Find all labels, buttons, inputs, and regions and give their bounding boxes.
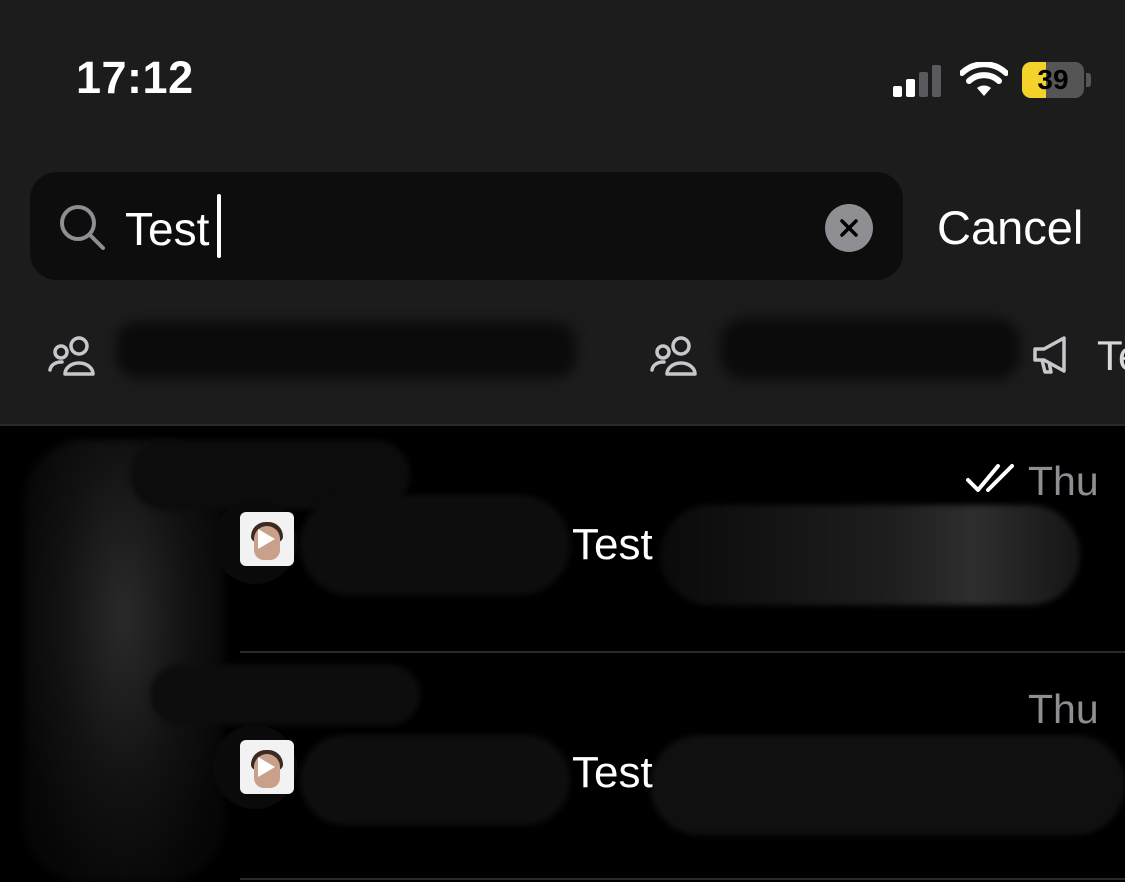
- redaction-smudge: [300, 735, 570, 825]
- play-icon: [258, 529, 275, 549]
- result-date: Thu: [1028, 686, 1099, 732]
- play-icon: [258, 757, 275, 777]
- battery-percent: 39: [1037, 64, 1069, 95]
- result-snippet: Test: [572, 748, 653, 797]
- cellular-signal-icon: [893, 65, 941, 97]
- redaction-smudge: [150, 665, 420, 725]
- megaphone-icon: [1033, 336, 1066, 374]
- status-time: 17:12: [76, 52, 194, 103]
- redaction-smudge: [300, 495, 570, 595]
- video-thumbnail[interactable]: [240, 512, 294, 566]
- filter-label-hidden: [116, 322, 576, 378]
- video-thumbnail[interactable]: [240, 740, 294, 794]
- redaction-smudge: [650, 735, 1125, 835]
- text-cursor: [217, 194, 221, 258]
- search-query[interactable]: Test: [125, 202, 209, 256]
- double-check-icon: [966, 464, 1014, 492]
- row-divider: [240, 651, 1125, 653]
- filter-chip-label: Te: [1097, 332, 1125, 379]
- group-icon: [48, 336, 95, 376]
- search-icon: [60, 205, 105, 250]
- group-icon: [650, 336, 697, 376]
- result-snippet: Test: [572, 520, 653, 569]
- filter-label-hidden: [720, 318, 1020, 380]
- result-date: Thu: [1028, 458, 1099, 504]
- cancel-button[interactable]: Cancel: [937, 200, 1083, 255]
- row-divider: [240, 878, 1125, 880]
- wifi-icon: [960, 62, 1008, 96]
- clear-search-button[interactable]: [825, 204, 873, 252]
- redaction-smudge: [660, 505, 1080, 605]
- clear-icon: [840, 219, 858, 237]
- battery-cap: [1086, 73, 1091, 87]
- battery-icon: 39: [1022, 62, 1084, 98]
- header-divider: [0, 424, 1125, 426]
